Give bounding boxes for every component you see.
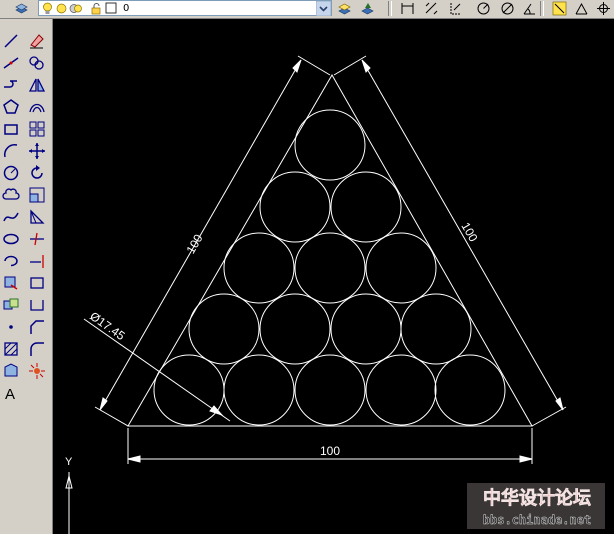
watermark-url: bbs.chinade.net (483, 513, 591, 527)
ellipse-arc-icon[interactable] (1, 251, 21, 271)
construction-line-icon[interactable] (1, 53, 21, 73)
layer-toolbar: 0 (0, 0, 614, 19)
draw-modify-toolbars: A (0, 19, 53, 534)
layer-viewport-icon (69, 4, 82, 13)
layer-lock-icon (91, 3, 101, 15)
watermark-brand: 中华设计论坛 (483, 487, 591, 509)
rotate-icon[interactable] (27, 163, 47, 183)
fillet-icon[interactable] (27, 339, 47, 359)
array-icon[interactable] (27, 119, 47, 139)
extend-icon[interactable] (27, 251, 47, 271)
point-icon[interactable] (1, 317, 21, 337)
join-icon[interactable] (27, 295, 47, 315)
svg-text:A: A (5, 386, 15, 403)
layer-on-bulb-icon (43, 2, 52, 14)
linear-dimension-icon[interactable] (400, 1, 415, 16)
scale-icon[interactable] (27, 185, 47, 205)
polygon-icon[interactable] (1, 97, 21, 117)
text-icon[interactable]: A (1, 383, 21, 403)
layer-previous-icon[interactable] (360, 1, 375, 16)
ucs-y-label: Y (65, 456, 73, 468)
layer-dropdown[interactable]: 0 (38, 0, 332, 16)
copy-object-icon[interactable] (27, 53, 47, 73)
revision-cloud-icon[interactable] (1, 185, 21, 205)
diameter-dimension-icon[interactable] (500, 1, 515, 16)
region-icon[interactable] (1, 361, 21, 381)
chamfer-icon[interactable] (27, 317, 47, 337)
explode-icon[interactable] (27, 361, 47, 381)
mirror-icon[interactable] (27, 75, 47, 95)
tolerance-icon[interactable] (574, 1, 589, 16)
line-icon[interactable] (1, 31, 21, 51)
current-layer-name: 0 (123, 3, 130, 14)
layer-thaw-sun-icon (56, 3, 67, 14)
make-object-layer-current-icon[interactable] (337, 1, 352, 16)
ellipse-icon[interactable] (1, 229, 21, 249)
center-mark-icon[interactable] (596, 1, 611, 16)
quick-leader-icon[interactable] (552, 1, 567, 16)
trim-icon[interactable] (27, 229, 47, 249)
stretch-icon[interactable] (27, 207, 47, 227)
rectangle-icon[interactable] (1, 119, 21, 139)
toolbar-separator (388, 1, 392, 16)
radius-dimension-icon[interactable] (476, 1, 491, 16)
spline-icon[interactable] (1, 207, 21, 227)
aligned-dimension-icon[interactable] (424, 1, 439, 16)
drawing-canvas[interactable]: 100 100 100 Ø17.45 Y 中华设计论坛 bbs.chinade.… (53, 19, 614, 534)
arc-icon[interactable] (1, 141, 21, 161)
insert-block-icon[interactable] (1, 273, 21, 293)
bottom-dimension-value: 100 (320, 444, 340, 458)
ordinate-dimension-icon[interactable] (448, 1, 463, 16)
angular-dimension-icon[interactable] (522, 1, 537, 16)
circle-icon[interactable] (1, 163, 21, 183)
polyline-icon[interactable] (1, 75, 21, 95)
hatch-icon[interactable] (1, 339, 21, 359)
erase-icon[interactable] (27, 31, 47, 51)
break-icon[interactable] (27, 273, 47, 293)
offset-icon[interactable] (27, 97, 47, 117)
layer-color-swatch-icon (105, 2, 117, 14)
layer-manager-icon[interactable] (14, 1, 29, 16)
toolbar-separator (540, 1, 544, 16)
chevron-down-icon[interactable] (316, 1, 331, 16)
make-block-icon[interactable] (1, 295, 21, 315)
move-icon[interactable] (27, 141, 47, 161)
